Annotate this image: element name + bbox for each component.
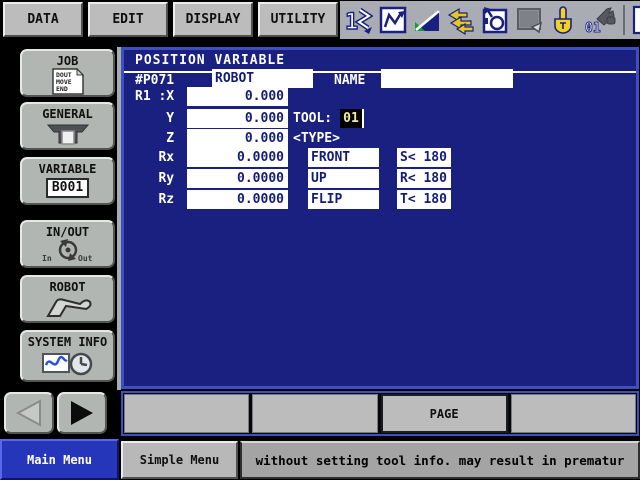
main-menu-button[interactable]: Main Menu <box>0 439 119 480</box>
page-back-button[interactable] <box>4 392 54 434</box>
sidebar-item-label: GENERAL <box>22 107 113 121</box>
type-config-flip[interactable]: FLIP <box>308 190 379 209</box>
svg-text:END: END <box>56 85 68 93</box>
coord-value-ry[interactable]: 0.0000 <box>187 169 288 188</box>
name-field[interactable] <box>381 69 513 88</box>
coord-label-z: Z <box>135 131 174 146</box>
range-t: T< 180 <box>397 190 451 209</box>
sidebar-item-job[interactable]: JOB DOUT MOVE END <box>20 49 115 97</box>
system-info-icon <box>41 349 95 377</box>
cycle-mode-icon: 1 <box>345 5 373 35</box>
variable-type-field[interactable]: ROBOT <box>212 69 313 88</box>
page-button[interactable]: PAGE <box>381 394 508 433</box>
status-icon-strip: 1 <box>340 1 640 39</box>
coord-label-x: R1 :X <box>135 89 174 104</box>
panel-title: POSITION VARIABLE <box>135 53 285 68</box>
teach-pendant-screen: DATA EDIT DISPLAY UTILITY 1 <box>0 0 640 480</box>
coordinate-system-icon <box>447 5 475 35</box>
tool-number-icon: 01 <box>583 5 617 35</box>
range-r: R< 180 <box>397 169 451 188</box>
sidebar-item-robot[interactable]: ROBOT <box>20 275 115 323</box>
coord-value-y[interactable]: 0.000 <box>187 109 288 128</box>
coord-label-ry: Ry <box>135 171 174 186</box>
tool-label: TOOL: <box>293 111 332 126</box>
sidebar-item-label: SYSTEM INFO <box>22 335 113 349</box>
function-key-row: PAGE <box>121 391 639 436</box>
robot-arm-icon <box>42 294 94 320</box>
variable-b001-icon: B001 <box>46 178 89 198</box>
coord-label-y: Y <box>135 111 174 126</box>
icon-separator <box>623 5 625 35</box>
function-key-1 <box>124 394 249 433</box>
type-config-up[interactable]: UP <box>308 169 379 188</box>
menu-utility-button[interactable]: UTILITY <box>258 2 338 37</box>
coord-label-rx: Rx <box>135 150 174 165</box>
coord-value-rx[interactable]: 0.0000 <box>187 148 288 167</box>
in-out-icon: In Out <box>40 239 96 265</box>
range-s: S< 180 <box>397 148 451 167</box>
arrow-left-icon <box>12 398 46 428</box>
sidebar-item-general[interactable]: GENERAL <box>20 102 115 150</box>
speed-level-icon <box>413 5 441 35</box>
menu-data-button[interactable]: DATA <box>3 2 83 37</box>
main-menu-sidebar: JOB DOUT MOVE END GENERAL VARIABLE B001 … <box>0 40 121 480</box>
sidebar-item-system-info[interactable]: SYSTEM INFO <box>20 330 115 382</box>
screen-mode-icon <box>515 5 543 35</box>
sidebar-item-in-out[interactable]: IN/OUT In Out <box>20 220 115 268</box>
playback-path-icon <box>379 5 407 35</box>
menu-bar: DATA EDIT DISPLAY UTILITY 1 <box>0 0 640 40</box>
hold-icon <box>549 5 577 35</box>
sidebar-item-label: JOB <box>22 54 113 68</box>
sidebar-item-variable[interactable]: VARIABLE B001 <box>20 157 115 205</box>
sidebar-item-label: ROBOT <box>22 280 113 294</box>
svg-text:In: In <box>42 254 52 263</box>
arrow-right-icon <box>65 398 99 428</box>
coord-label-rz: Rz <box>135 192 174 207</box>
type-config-front[interactable]: FRONT <box>308 148 379 167</box>
page-capture-icon <box>481 5 509 35</box>
document-forward-icon[interactable] <box>631 5 640 35</box>
menu-display-button[interactable]: DISPLAY <box>173 2 253 37</box>
general-tool-icon <box>46 121 90 147</box>
tool-number-field[interactable]: 01 <box>340 109 364 128</box>
sidebar-item-label: IN/OUT <box>22 225 113 239</box>
variable-number-label: #P071 <box>135 73 174 88</box>
sidebar-item-label: VARIABLE <box>22 162 113 176</box>
function-key-4 <box>511 394 636 433</box>
status-message-bar: without setting tool info. may result in… <box>240 441 640 479</box>
menu-edit-button[interactable]: EDIT <box>88 2 168 37</box>
job-document-icon: DOUT MOVE END <box>49 68 87 95</box>
simple-menu-button[interactable]: Simple Menu <box>121 441 238 479</box>
type-label: <TYPE> <box>293 131 340 146</box>
function-key-2 <box>252 394 377 433</box>
title-underline <box>124 71 636 73</box>
coord-value-x[interactable]: 0.000 <box>187 87 288 106</box>
coord-value-rz[interactable]: 0.0000 <box>187 190 288 209</box>
svg-text:Out: Out <box>78 254 93 263</box>
position-variable-panel: POSITION VARIABLE #P071 ROBOT NAME R1 :X… <box>121 47 639 389</box>
coord-value-z[interactable]: 0.000 <box>187 129 288 148</box>
name-label: NAME <box>334 73 365 88</box>
page-forward-button[interactable] <box>57 392 107 434</box>
svg-text:01: 01 <box>585 21 601 35</box>
